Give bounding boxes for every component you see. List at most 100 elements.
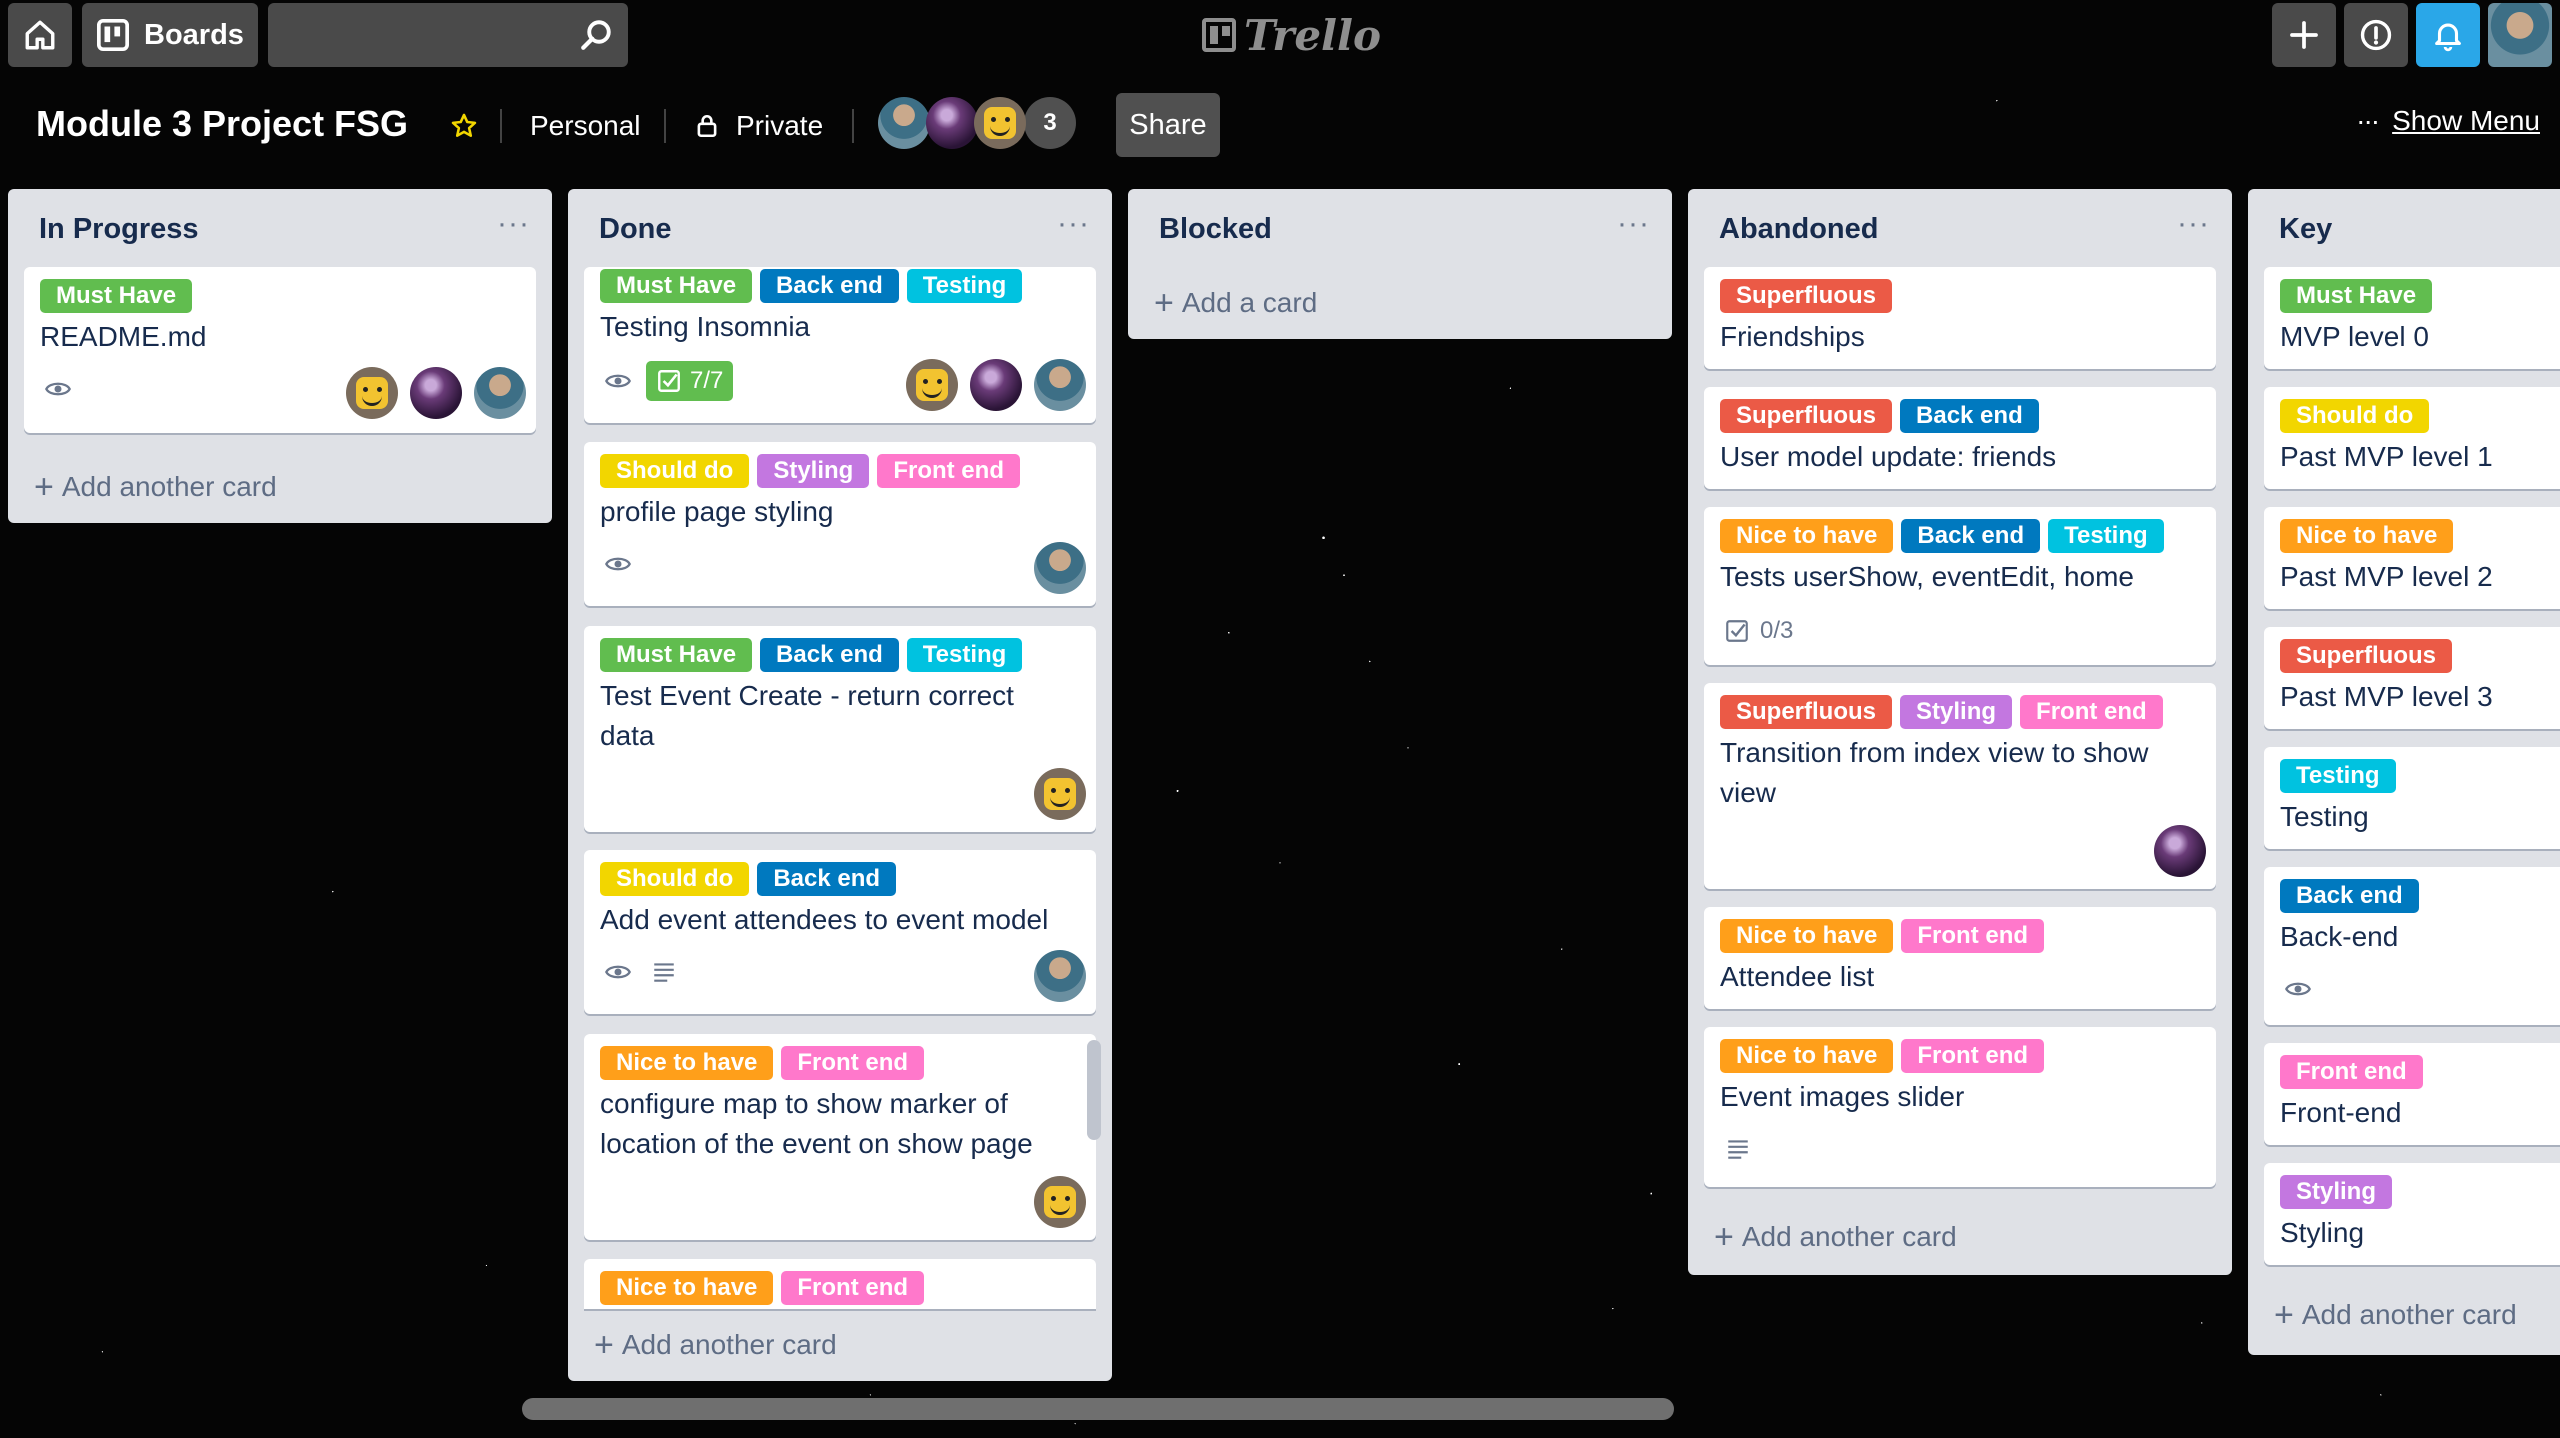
label-superfluous[interactable]: Superfluous [2280,639,2453,673]
search-field[interactable] [268,3,628,67]
label-superfluous[interactable]: Superfluous [1720,399,1893,433]
card[interactable]: Nice to have Front end Attendee list [1704,907,2216,1009]
label-testing[interactable]: Testing [2280,759,2396,793]
card[interactable]: Superfluous Friendships [1704,267,2216,369]
label-back-end[interactable]: Back end [760,269,899,303]
card[interactable]: Superfluous Styling Front end Transition… [1704,683,2216,889]
add-card-button[interactable]: + Add another card [1714,1220,1957,1254]
label-testing[interactable]: Testing [906,269,1023,303]
label-superfluous[interactable]: Superfluous [1720,279,1893,313]
label-should-do[interactable]: Should do [2280,399,2430,433]
card[interactable]: Must Have README.md [24,267,536,433]
label-styling[interactable]: Styling [2280,1175,2393,1209]
member-avatar[interactable] [1034,768,1086,820]
card[interactable]: Must Have Back end Testing Testing Insom… [584,267,1096,423]
label-back-end[interactable]: Back end [757,862,897,896]
member-count[interactable]: 3 [1024,97,1076,149]
member-avatar[interactable] [878,97,930,149]
card[interactable]: Should do Back end Add event attendees t… [584,850,1096,1014]
label-superfluous[interactable]: Superfluous [1720,695,1893,729]
create-button[interactable] [2272,3,2336,67]
visibility-button[interactable]: Private [694,105,823,147]
list-menu-icon[interactable]: ··· [1057,207,1090,241]
card[interactable]: Nice to have Front end [584,1259,1096,1309]
notifications-button[interactable] [2416,3,2480,67]
card[interactable]: Nice to have Past MVP level 2 [2264,507,2560,609]
label-back-end[interactable]: Back end [1900,399,2039,433]
list-title[interactable]: In Progress [39,213,199,246]
list-menu-icon[interactable]: ··· [2177,207,2210,241]
list-menu-icon[interactable]: ··· [1617,207,1650,241]
label-nice-to-have[interactable]: Nice to have [600,1271,774,1305]
label-must-have[interactable]: Must Have [40,279,193,313]
label-styling[interactable]: Styling [1900,695,2013,729]
label-must-have[interactable]: Must Have [2280,279,2433,313]
label-testing[interactable]: Testing [906,638,1023,672]
list-title[interactable]: Key [2279,213,2332,246]
card[interactable]: Superfluous Past MVP level 3 [2264,627,2560,729]
member-avatar[interactable] [906,359,958,411]
board-title[interactable]: Module 3 Project FSG [36,103,408,145]
member-avatar[interactable] [474,367,526,419]
member-avatar[interactable] [1034,542,1086,594]
label-back-end[interactable]: Back end [1901,519,2041,553]
card[interactable]: Should do Styling Front end profile page… [584,442,1096,606]
user-avatar[interactable] [2488,3,2552,67]
member-avatar[interactable] [970,359,1022,411]
add-card-button[interactable]: + Add a card [1154,286,1317,320]
label-styling[interactable]: Styling [757,454,870,488]
label-nice-to-have[interactable]: Nice to have [1720,519,1894,553]
label-should-do[interactable]: Should do [600,862,750,896]
label-front-end[interactable]: Front end [1901,919,2045,953]
card[interactable]: Nice to have Back end Testing Tests user… [1704,507,2216,665]
label-nice-to-have[interactable]: Nice to have [1720,1039,1894,1073]
label-front-end[interactable]: Front end [781,1271,925,1305]
label-front-end[interactable]: Front end [2020,695,2163,729]
member-avatar[interactable] [346,367,398,419]
card[interactable]: Nice to have Front end Event images slid… [1704,1027,2216,1187]
member-avatar[interactable] [2154,825,2206,877]
list-title[interactable]: Done [599,213,672,246]
card[interactable]: Back end Back-end [2264,867,2560,1025]
trello-logo[interactable]: Trello [1202,10,1381,60]
member-avatar[interactable] [1034,950,1086,1002]
member-avatar[interactable] [974,97,1026,149]
member-avatar[interactable] [1034,1176,1086,1228]
team-button[interactable]: Personal [530,105,641,147]
label-front-end[interactable]: Front end [2280,1055,2423,1089]
label-front-end[interactable]: Front end [877,454,1020,488]
card[interactable]: Styling Styling [2264,1163,2560,1265]
card[interactable]: Must Have MVP level 0 [2264,267,2560,369]
share-button[interactable]: Share [1116,93,1220,157]
list-title[interactable]: Abandoned [1719,213,1879,246]
list-menu-icon[interactable]: ··· [497,207,530,241]
info-button[interactable] [2344,3,2408,67]
label-front-end[interactable]: Front end [781,1046,925,1080]
add-card-button[interactable]: + Add another card [594,1328,837,1362]
star-button[interactable] [450,105,478,147]
add-card-button[interactable]: + Add another card [2274,1298,2517,1332]
label-back-end[interactable]: Back end [760,638,899,672]
label-must-have[interactable]: Must Have [600,638,753,672]
label-nice-to-have[interactable]: Nice to have [600,1046,774,1080]
boards-button[interactable]: Boards [82,3,258,67]
card[interactable]: Nice to have Front end configure map to … [584,1034,1096,1240]
member-avatar[interactable] [1034,359,1086,411]
card[interactable]: Testing Testing [2264,747,2560,849]
member-avatar[interactable] [410,367,462,419]
member-avatar[interactable] [926,97,978,149]
label-nice-to-have[interactable]: Nice to have [1720,919,1894,953]
card[interactable]: Should do Past MVP level 1 [2264,387,2560,489]
card[interactable]: Superfluous Back end User model update: … [1704,387,2216,489]
label-front-end[interactable]: Front end [1901,1039,2045,1073]
search-icon[interactable] [578,17,614,53]
board-horizontal-scrollbar[interactable] [522,1398,1674,1420]
label-back-end[interactable]: Back end [2280,879,2419,913]
list-scrollbar[interactable] [1087,1040,1101,1140]
card[interactable]: Front end Front-end [2264,1043,2560,1145]
show-menu-button[interactable]: ··· Show Menu [2356,105,2540,137]
card[interactable]: Must Have Back end Testing Test Event Cr… [584,626,1096,832]
home-button[interactable] [8,3,72,67]
label-testing[interactable]: Testing [2048,519,2164,553]
add-card-button[interactable]: + Add another card [34,470,277,504]
